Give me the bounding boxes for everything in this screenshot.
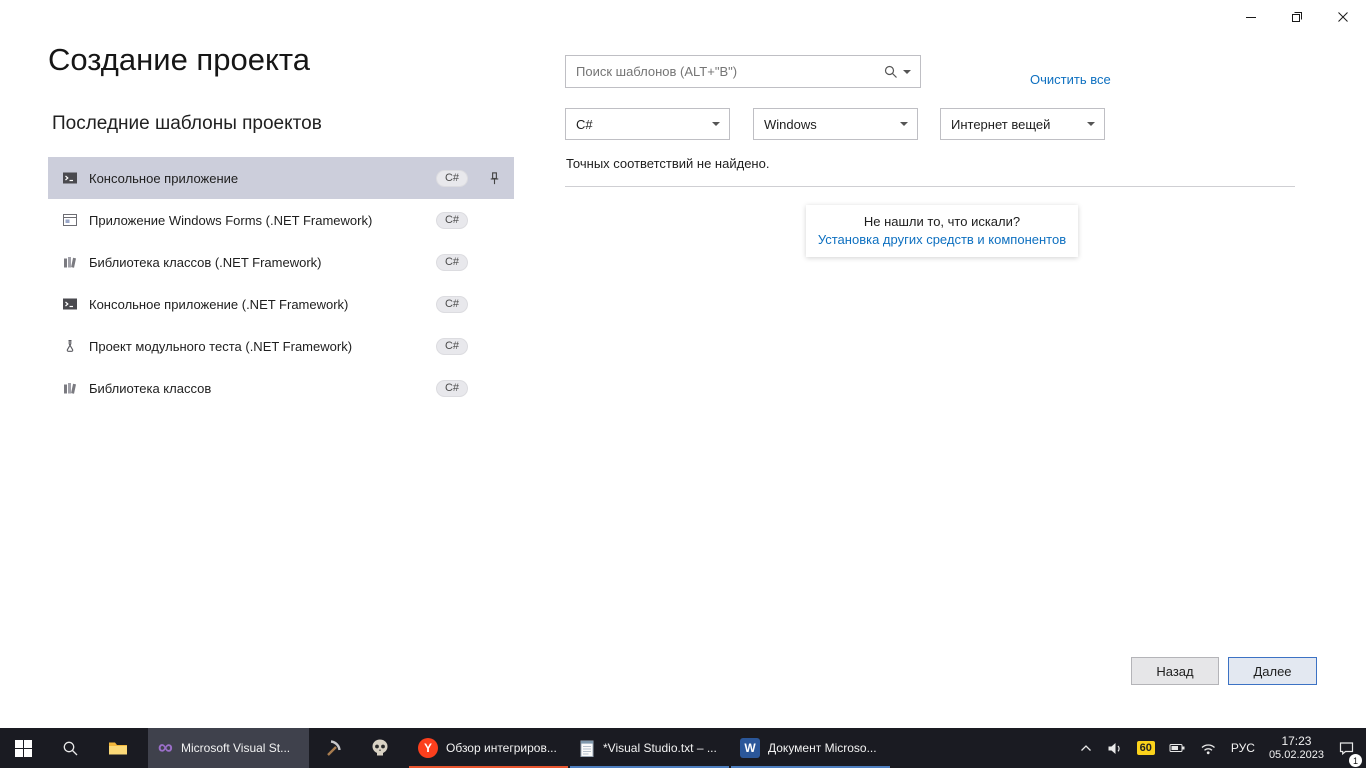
install-components-link[interactable]: Установка других средств и компонентов [816,232,1068,247]
template-row-console-app[interactable]: Консольное приложение C# [48,157,514,199]
language-badge: C# [436,296,468,313]
template-label: Консольное приложение (.NET Framework) [89,297,436,312]
action-center-button[interactable]: 1 [1331,728,1362,768]
speaker-icon [1107,741,1123,756]
skull-icon [370,738,390,758]
pin-icon[interactable] [480,171,508,186]
notification-count-badge: 1 [1349,754,1362,767]
template-row-class-library[interactable]: Библиотека классов C# [48,367,514,409]
system-tray: 60 РУС 17:23 05.02.2023 1 [1072,728,1366,768]
close-button[interactable] [1320,0,1366,33]
winforms-app-icon [62,212,78,228]
platform-filter-value: Windows [764,117,817,132]
search-icon [883,64,898,79]
template-row-console-app-netfx[interactable]: Консольное приложение (.NET Framework) C… [48,283,514,325]
no-results-message: Точных соответствий не найдено. [566,156,769,171]
search-dropdown-arrow-icon [903,70,911,78]
chevron-down-icon [712,122,720,130]
template-row-unit-test-netfx[interactable]: Проект модульного теста (.NET Framework)… [48,325,514,367]
taskbar-app-skull-game[interactable] [356,728,403,768]
next-button[interactable]: Далее [1228,657,1317,685]
template-label: Библиотека классов (.NET Framework) [89,255,436,270]
back-button[interactable]: Назад [1131,657,1219,685]
visual-studio-icon: ∞ [158,738,173,758]
language-badge: C# [436,212,468,229]
restore-button[interactable] [1274,0,1320,33]
volume-button[interactable] [1100,728,1130,768]
template-row-winforms-app[interactable]: Приложение Windows Forms (.NET Framework… [48,199,514,241]
tray-overflow-button[interactable] [1072,728,1100,768]
language-badge: C# [436,170,468,187]
language-badge: C# [436,338,468,355]
minimize-button[interactable] [1228,0,1274,33]
chevron-up-icon [1079,742,1093,754]
battery-percent-badge[interactable]: 60 [1130,728,1162,768]
taskbar-app-notepad[interactable]: *Visual Studio.txt – ... [569,728,730,768]
language-badge: C# [436,254,468,271]
page-title: Создание проекта [48,42,310,78]
not-found-card: Не нашли то, что искали? Установка други… [806,205,1078,257]
windows-logo-icon [15,740,32,757]
clock[interactable]: 17:23 05.02.2023 [1262,728,1331,768]
template-row-class-library-netfx[interactable]: Библиотека классов (.NET Framework) C# [48,241,514,283]
class-library-icon [62,254,78,270]
network-button[interactable] [1193,728,1224,768]
minimize-icon [1243,9,1259,25]
template-label: Консольное приложение [89,171,436,186]
taskbar-app-yandex-browser[interactable]: Y Обзор интегриров... [408,728,569,768]
project-type-filter-value: Интернет вещей [951,117,1050,132]
recent-templates-header: Последние шаблоны проектов [52,113,322,135]
restore-icon [1289,9,1305,25]
recent-template-list: Консольное приложение C# Приложение Wind… [48,157,514,409]
taskbar-app-label: Обзор интегриров... [446,741,557,755]
taskbar-app-label: *Visual Studio.txt – ... [603,741,717,755]
taskbar: ∞ Microsoft Visual St... Y Обзор интегри… [0,728,1366,768]
battery-button[interactable] [1162,728,1193,768]
console-app-icon [62,296,78,312]
clear-all-link[interactable]: Очистить все [1030,72,1111,87]
file-explorer-button[interactable] [94,728,141,768]
taskbar-search-button[interactable] [47,728,94,768]
tray-time: 17:23 [1269,734,1324,748]
search-button[interactable] [883,64,920,79]
taskbar-app-label: Microsoft Visual St... [181,741,290,755]
language-code: РУС [1231,741,1255,755]
start-button[interactable] [0,728,47,768]
platform-filter-dropdown[interactable]: Windows [753,108,918,140]
wifi-icon [1200,741,1217,756]
language-badge: C# [436,380,468,397]
word-icon: W [740,738,760,758]
language-filter-value: C# [576,117,593,132]
template-label: Проект модульного теста (.NET Framework) [89,339,436,354]
template-search-box [565,55,921,88]
template-label: Приложение Windows Forms (.NET Framework… [89,213,436,228]
taskbar-app-label: Документ Microso... [768,741,877,755]
chevron-down-icon [900,122,908,130]
unit-test-icon [62,338,78,354]
yandex-browser-icon: Y [418,738,438,758]
screen: Создание проекта Последние шаблоны проек… [0,0,1366,768]
taskbar-app-visual-studio[interactable]: ∞ Microsoft Visual St... [148,728,309,768]
notepad-icon [579,739,595,758]
console-app-icon [62,170,78,186]
search-icon [62,740,79,757]
pickaxe-icon [323,738,343,758]
not-found-title: Не нашли то, что искали? [816,214,1068,229]
chevron-down-icon [1087,122,1095,130]
battery-icon [1169,740,1186,756]
search-input[interactable] [566,64,883,79]
close-icon [1335,9,1351,25]
language-indicator[interactable]: РУС [1224,728,1262,768]
project-type-filter-dropdown[interactable]: Интернет вещей [940,108,1105,140]
results-divider [565,186,1295,187]
window-controls [1228,0,1366,33]
template-label: Библиотека классов [89,381,436,396]
language-filter-dropdown[interactable]: C# [565,108,730,140]
folder-icon [108,740,128,757]
taskbar-app-pickaxe-game[interactable] [309,728,356,768]
battery-percent-value: 60 [1137,741,1155,755]
class-library-icon [62,380,78,396]
tray-date: 05.02.2023 [1269,748,1324,762]
taskbar-app-word[interactable]: W Документ Microso... [730,728,891,768]
